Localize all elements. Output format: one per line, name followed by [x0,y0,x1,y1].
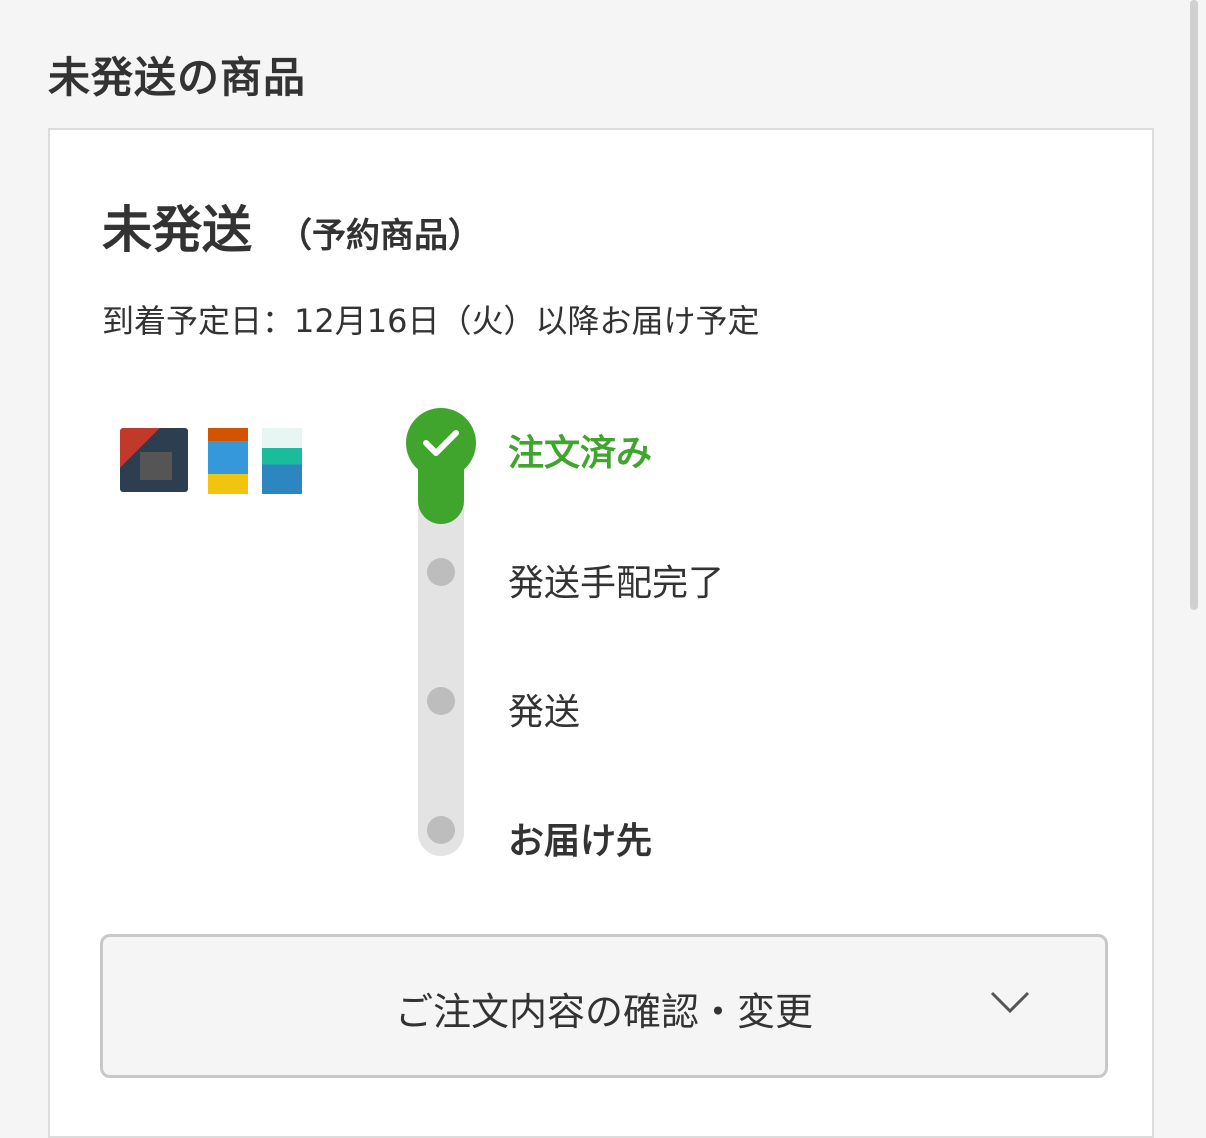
status-text: 未発送 [102,201,252,259]
step-dot [427,816,455,844]
order-details-button[interactable]: ご注文内容の確認・変更 [100,934,1108,1078]
order-details-label: ご注文内容の確認・変更 [394,990,813,1034]
step-delivery: お届け先 [508,821,653,862]
product-thumbnail[interactable] [120,428,188,492]
step-ordered: 注文済み [508,433,653,474]
step-shipping-arranged: 発送手配完了 [508,563,725,604]
step-dot [427,558,455,586]
status-note: （予約商品） [278,216,482,256]
product-thumbnails[interactable] [120,428,310,500]
check-icon [406,408,476,478]
chevron-down-icon [989,989,1031,1019]
arrival-date: 到着予定日：12月16日（火）以降お届け予定 [102,302,760,340]
section-title: 未発送の商品 [48,53,307,102]
order-card: 未発送 （予約商品） 到着予定日：12月16日（火）以降お届け予定 注文済み 発送… [48,128,1154,1138]
status-title: 未発送 （予約商品） [102,190,482,262]
product-thumbnail[interactable] [208,428,248,494]
step-dot [427,687,455,715]
scrollbar[interactable] [1190,0,1198,610]
step-shipped: 発送 [508,692,581,733]
product-thumbnail[interactable] [262,428,302,494]
